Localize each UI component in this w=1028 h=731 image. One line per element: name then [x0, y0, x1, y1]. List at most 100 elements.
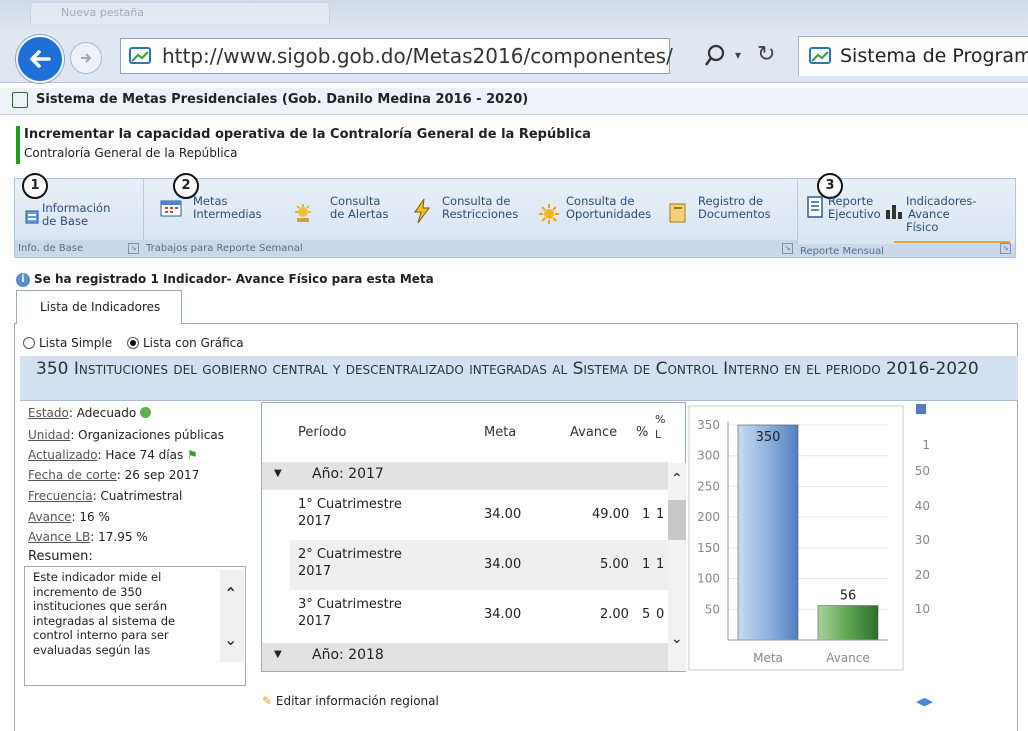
legend-swatch: [916, 404, 926, 414]
row-periodo: 3° Cuatrimestre: [298, 597, 402, 612]
row-periodo-year: 2017: [298, 514, 332, 529]
col-header-meta[interactable]: Meta: [484, 425, 516, 440]
site-icon: [128, 44, 152, 68]
y-tick-label: 200: [697, 510, 720, 524]
radio-lista-grafica[interactable]: [127, 337, 139, 349]
row-periodo: 2° Cuatrimestre: [298, 547, 402, 562]
informacion-base-button[interactable]: Información de Base: [22, 197, 122, 237]
field-unidad: Unidad: Organizaciones públicas: [28, 428, 224, 442]
table-row[interactable]: 1° Cuatrimestre 2017 34.00 49.00 1 1: [290, 490, 668, 540]
row-c1: 5: [642, 607, 651, 622]
x-category-label: Avance: [826, 651, 870, 665]
bar-value-label: 350: [756, 430, 781, 445]
row-meta: 34.00: [484, 557, 522, 572]
field-label[interactable]: Avance: [28, 510, 72, 524]
table-row[interactable]: 2° Cuatrimestre 2017 34.00 5.00 1 1: [290, 540, 668, 590]
field-estado: Estado: Adecuado: [28, 406, 152, 420]
inactive-browser-tab[interactable]: Nueva pestaña: [30, 2, 330, 24]
radio-lista-simple[interactable]: [23, 337, 35, 349]
scroll-down-icon[interactable]: ⌄: [224, 630, 237, 649]
col-header-periodo[interactable]: Período: [298, 425, 347, 440]
collapse-icon[interactable]: ▼: [274, 649, 282, 660]
table-scroll-thumb[interactable]: [668, 500, 686, 540]
col-header-pct2[interactable]: %: [655, 413, 665, 426]
y-tick-label: 350: [697, 418, 720, 432]
group-row-2017[interactable]: ▼ Año: 2017: [262, 462, 668, 490]
field-value: 17.95 %: [98, 530, 148, 544]
system-title: Sistema de Metas Presidenciales (Gob. Da…: [36, 92, 529, 107]
radio-label-grafica: Lista con Gráfica: [143, 336, 244, 350]
folder-document-icon: [669, 203, 686, 223]
right-axis-tick: 20: [914, 568, 930, 582]
row-periodo-year: 2017: [298, 564, 332, 579]
next-icon[interactable]: ▶: [924, 695, 932, 708]
table-scrollbar[interactable]: ⌃ ⌄: [668, 463, 686, 671]
active-tab-title[interactable]: Sistema de Programac: [840, 42, 1028, 70]
col-header-avance[interactable]: Avance: [570, 425, 617, 440]
field-label[interactable]: Avance LB: [28, 530, 90, 544]
selected-underline: [894, 241, 1010, 243]
bar-meta[interactable]: [737, 424, 799, 641]
y-tick-label: 300: [697, 449, 720, 463]
status-green-icon: [140, 407, 152, 418]
search-icon[interactable]: [703, 43, 727, 72]
field-value: 16 %: [79, 510, 110, 524]
ribbon-button-label: Físico: [906, 220, 939, 234]
group-launcher-icon[interactable]: ↘: [128, 243, 139, 254]
registro-documentos-button[interactable]: Registro de Documentos: [668, 193, 788, 237]
goal-subtitle: Contraloría General de la República: [24, 146, 238, 160]
group-label: Año: 2018: [312, 647, 384, 663]
bar-value-label: 56: [840, 589, 857, 604]
y-tick-label: 250: [697, 479, 720, 493]
scroll-down-icon[interactable]: ⌄: [671, 631, 683, 647]
field-label[interactable]: Estado: [28, 406, 69, 420]
row-c1: 1: [642, 557, 651, 572]
pencil-icon: ✎: [262, 694, 273, 708]
ribbon-group-label: Info. de Base: [15, 240, 143, 257]
info-icon: i: [16, 273, 30, 287]
tab-site-icon: [808, 44, 832, 68]
refresh-icon[interactable]: ↻: [757, 42, 775, 67]
col-header-l[interactable]: L: [655, 428, 661, 441]
field-label[interactable]: Fecha de corte: [28, 468, 117, 482]
ribbon-group-label: Trabajos para Reporte Semanal: [143, 240, 797, 257]
forward-button[interactable]: [70, 42, 102, 74]
table-row[interactable]: 3° Cuatrimestre 2017 34.00 2.00 5 0: [290, 590, 668, 640]
collapse-icon[interactable]: ▼: [274, 468, 282, 479]
consulta-oportunidades-button[interactable]: Consulta de Oportunidades: [538, 193, 668, 237]
indicadores-avance-fisico-button[interactable]: Indicadores- Avance Físico: [884, 193, 1010, 245]
field-label[interactable]: Actualizado: [28, 448, 98, 462]
scroll-up-icon[interactable]: ⌃: [224, 584, 237, 603]
back-button[interactable]: [16, 35, 64, 83]
ribbon-button-label: de Base: [42, 214, 89, 228]
sun-icon: [539, 204, 559, 224]
col-header-pct[interactable]: %: [636, 425, 648, 440]
edit-link-label: Editar información regional: [275, 694, 439, 708]
bar-avance[interactable]: [817, 605, 879, 641]
right-axis-tick: 40: [914, 499, 930, 513]
right-axis-tick: 1: [922, 438, 930, 452]
field-label[interactable]: Unidad: [28, 428, 70, 442]
row-meta: 34.00: [484, 507, 522, 522]
dropdown-icon[interactable]: ▾: [735, 48, 741, 62]
tab-label: Lista de Indicadores: [40, 300, 161, 314]
group-launcher-icon[interactable]: ↘: [782, 243, 793, 254]
metas-intermedias-button[interactable]: Metas Intermedias: [160, 193, 280, 237]
summary-scrollbar[interactable]: ⌃ ⌄: [220, 570, 244, 662]
group-row-2018[interactable]: ▼ Año: 2018: [262, 643, 668, 671]
pager-arrows[interactable]: ◀▶: [916, 695, 933, 708]
indicator-title: 350 Instituciones del gobierno central y…: [36, 359, 979, 379]
step-1-badge: 1: [22, 173, 48, 199]
field-value: 26 sep 2017: [124, 468, 200, 482]
editar-info-regional-link[interactable]: ✎ Editar información regional: [262, 694, 439, 708]
consulta-restricciones-button[interactable]: Consulta de Restricciones: [412, 193, 532, 237]
field-fecha-corte: Fecha de corte: 26 sep 2017: [28, 468, 200, 482]
flag-icon: ⚑: [187, 448, 198, 462]
row-c2: 0: [656, 607, 665, 622]
address-url[interactable]: http://www.sigob.gob.do/Metas2016/compon…: [162, 41, 673, 71]
summary-text: Este indicador mide el incremento de 350…: [33, 570, 176, 657]
scroll-up-icon[interactable]: ⌃: [671, 471, 683, 487]
consulta-alertas-button[interactable]: Consulta de Alertas: [292, 193, 402, 237]
field-label[interactable]: Frecuencia: [28, 489, 93, 503]
database-icon: [25, 210, 39, 224]
